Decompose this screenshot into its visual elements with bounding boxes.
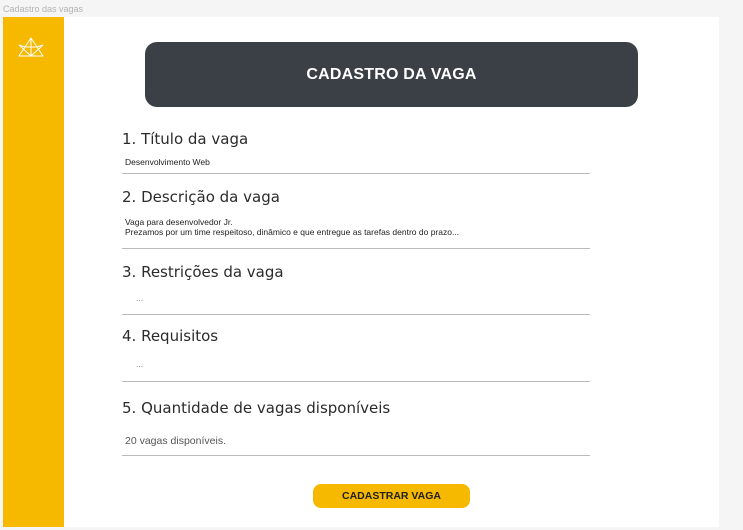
job-restrictions-field: 3. Restrições da vaga ... — [122, 263, 590, 317]
page-header: CADASTRO DA VAGA — [145, 42, 638, 107]
frame-title: Cadastro das vagas — [3, 4, 84, 14]
vacancy-count-underline — [122, 455, 590, 456]
sidebar — [3, 17, 64, 527]
job-restrictions-label: 3. Restrições da vaga — [122, 263, 284, 281]
job-description-underline — [122, 248, 590, 249]
page-title: CADASTRO DA VAGA — [306, 65, 477, 83]
job-restrictions-underline — [122, 314, 590, 315]
vacancy-count-input[interactable]: 20 vagas disponíveis. — [125, 436, 226, 447]
requirements-input[interactable]: ... — [136, 359, 143, 369]
vacancy-count-label: 5. Quantidade de vagas disponíveis — [122, 399, 391, 417]
register-job-button-label: CADASTRAR VAGA — [342, 490, 441, 502]
job-title-input[interactable]: Desenvolvimento Web — [125, 157, 210, 167]
job-restrictions-input[interactable]: ... — [136, 293, 143, 303]
job-description-field: 2. Descrição da vaga Vaga para desenvolv… — [122, 188, 590, 250]
job-title-label: 1. Título da vaga — [122, 130, 249, 148]
requirements-underline — [122, 381, 590, 382]
job-title-field: 1. Título da vaga Desenvolvimento Web — [122, 130, 590, 175]
requirements-field: 4. Requisitos ... — [122, 327, 590, 384]
origami-bird-logo-icon[interactable] — [18, 37, 44, 59]
job-title-underline — [122, 173, 590, 174]
job-registration-page: CADASTRO DA VAGA 1. Título da vaga Desen… — [3, 17, 719, 527]
register-job-button[interactable]: CADASTRAR VAGA — [313, 484, 470, 508]
job-description-label: 2. Descrição da vaga — [122, 188, 280, 206]
job-description-input[interactable]: Vaga para desenvolvedor Jr. Prezamos por… — [125, 217, 459, 237]
vacancy-count-field: 5. Quantidade de vagas disponíveis 20 va… — [122, 399, 590, 457]
requirements-label: 4. Requisitos — [122, 327, 219, 345]
